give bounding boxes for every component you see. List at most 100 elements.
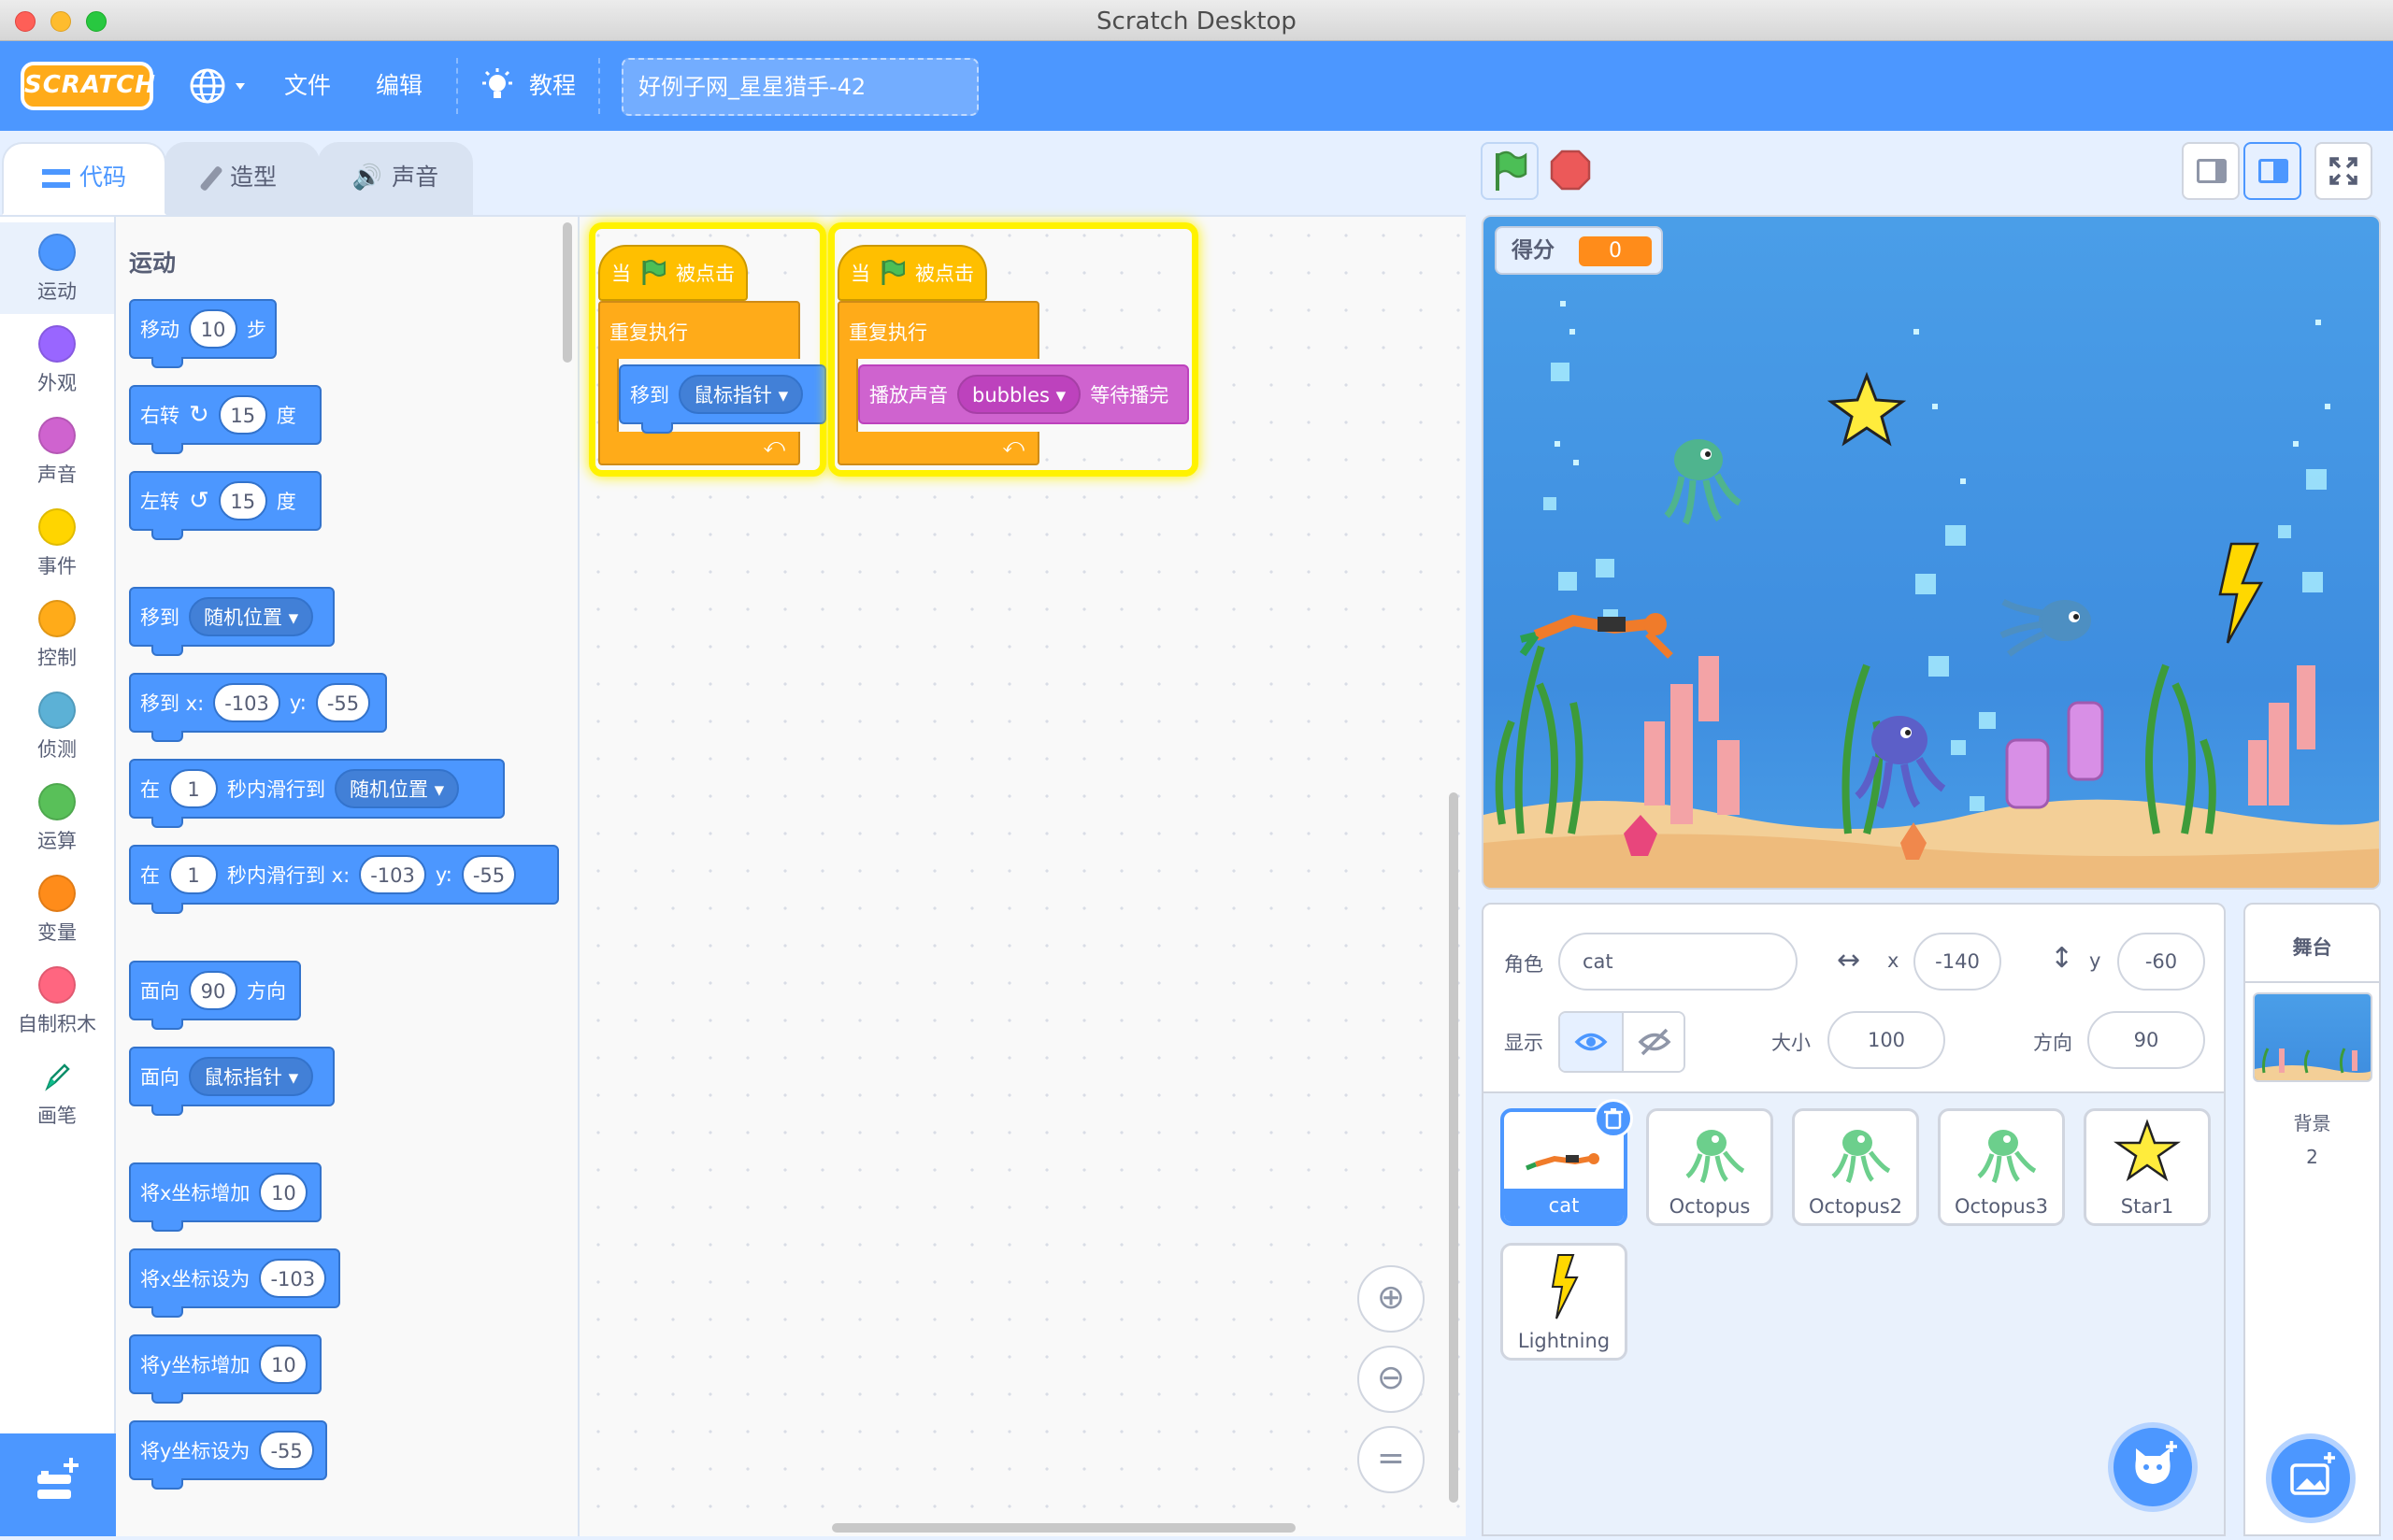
category-pen[interactable]: 画笔 [0,1047,114,1138]
choose-sprite-button[interactable] [2108,1422,2198,1512]
block-glide-to[interactable]: 在 1 秒内滑行到 随机位置 [129,759,505,828]
tab-code[interactable]: 代码 [2,142,166,215]
category-my-blocks[interactable]: 自制积木 [0,955,114,1047]
choose-backdrop-button[interactable] [2266,1433,2356,1523]
block-play-sound-until-done[interactable]: 播放声音 bubbles 等待播完 [858,364,1189,424]
zoom-out-button[interactable]: ⊖ [1357,1346,1425,1413]
goto-target-dropdown[interactable]: 随机位置 [189,597,314,636]
x-input[interactable]: -103 [359,855,426,894]
block-text: 面向 [140,980,179,1003]
stop-button[interactable] [1548,148,1593,192]
block-goto-xy[interactable]: 移到 x: -103 y: -55 [129,673,387,742]
category-operators[interactable]: 运算 [0,772,114,863]
window-titlebar: Scratch Desktop [0,0,2393,41]
category-looks[interactable]: 外观 [0,314,114,406]
stage-target-pane[interactable]: 舞台 背景 2 [2243,903,2381,1536]
when-flag-clicked-hat[interactable]: 当 被点击 [598,245,748,301]
block-change-y[interactable]: 将y坐标增加 10 [129,1334,322,1404]
pen-icon [40,1060,74,1093]
small-stage-button[interactable] [2182,142,2240,200]
zoom-reset-button[interactable]: = [1357,1426,1425,1493]
sprite-card-name: Octopus [1669,1195,1751,1218]
menu-bar: SCRATCH 文件 编辑 教程 好例子网_星星猎手-42 [0,41,2393,131]
block-set-x[interactable]: 将x坐标设为 -103 [129,1248,340,1318]
block-glide-xy[interactable]: 在 1 秒内滑行到 x: -103 y: -55 [129,845,559,914]
block-text: 在 [140,778,160,801]
y-input[interactable]: -55 [315,683,371,722]
degrees-input[interactable]: 15 [218,395,267,435]
y-input[interactable]: -55 [461,855,517,894]
fullscreen-button[interactable] [2314,142,2372,200]
tab-costumes[interactable]: 造型 [165,142,320,215]
block-point-direction[interactable]: 面向 90 方向 [129,961,301,1030]
degrees-input[interactable]: 15 [218,481,267,520]
category-variables[interactable]: 变量 [0,863,114,955]
category-control[interactable]: 控制 [0,589,114,680]
block-point-towards[interactable]: 面向 鼠标指针 [129,1047,335,1116]
block-goto-mouse[interactable]: 移到 鼠标指针 [619,364,826,434]
block-text: 被点击 [915,263,974,285]
change-x-input[interactable]: 10 [259,1173,308,1212]
block-turn-left[interactable]: 左转 ↺ 15 度 [129,471,322,540]
palette-scrollbar[interactable] [563,222,572,363]
brush-icon [199,164,223,192]
stage-canvas[interactable]: 得分 0 [1482,215,2381,890]
delete-sprite-button[interactable] [1594,1099,1633,1138]
backdrop-thumbnail [2253,992,2372,1082]
tab-sounds[interactable]: 🔊 声音 [318,142,473,215]
script-workspace[interactable]: 当 被点击 重复执行 ⤺ 移到鼠标指针 当 被点击 重复执行 ⤺ 播放声音 bub… [580,215,1466,1536]
large-stage-button[interactable] [2243,142,2301,200]
when-flag-clicked-hat[interactable]: 当 被点击 [838,245,987,301]
edit-menu[interactable]: 编辑 [376,65,423,107]
direction-input[interactable]: 90 [189,971,237,1010]
project-title-input[interactable]: 好例子网_星星猎手-42 [622,58,979,116]
sprite-card-octopus3[interactable]: Octopus3 [1938,1108,2065,1226]
category-events[interactable]: 事件 [0,497,114,589]
stage-header [1466,131,2393,215]
seconds-input[interactable]: 1 [169,855,218,894]
category-dot-icon [38,600,76,637]
workspace-horizontal-scrollbar[interactable] [832,1523,1296,1533]
block-text: 重复执行 [849,321,927,344]
sprite-card-lightning[interactable]: Lightning [1500,1243,1627,1361]
sprite-size-input[interactable]: 100 [1827,1011,1945,1069]
zoom-in-button[interactable]: ⊕ [1357,1265,1425,1333]
set-y-input[interactable]: -55 [259,1431,314,1470]
tutorials-menu[interactable]: 教程 [479,65,576,107]
block-text: 面向 [140,1066,179,1089]
seconds-input[interactable]: 1 [169,769,218,808]
goto-target-dropdown[interactable]: 鼠标指针 [679,375,804,414]
sprite-card-star1[interactable]: Star1 [2084,1108,2211,1226]
show-hidden-button[interactable] [1624,1013,1684,1071]
block-goto[interactable]: 移到 随机位置 [129,587,335,656]
block-change-x[interactable]: 将x坐标增加 10 [129,1162,322,1232]
x-input[interactable]: -103 [213,683,280,722]
sprite-direction-input[interactable]: 90 [2087,1011,2205,1069]
language-menu[interactable] [187,65,254,107]
sound-dropdown[interactable]: bubbles [957,375,1082,414]
sprite-y-input[interactable]: -60 [2117,933,2205,991]
steps-input[interactable]: 10 [189,309,237,349]
green-flag-button[interactable] [1481,142,1539,200]
change-y-input[interactable]: 10 [259,1345,308,1384]
add-extension-button[interactable] [0,1433,116,1536]
towards-target-dropdown[interactable]: 鼠标指针 [189,1057,314,1096]
category-motion[interactable]: 运动 [0,222,114,314]
glide-target-dropdown[interactable]: 随机位置 [335,769,460,808]
set-x-input[interactable]: -103 [259,1259,327,1298]
category-sound[interactable]: 声音 [0,406,114,497]
block-turn-right[interactable]: 右转 ↻ 15 度 [129,385,322,454]
sprite-x-input[interactable]: -140 [1913,933,2001,991]
show-visible-button[interactable] [1560,1013,1624,1071]
scratch-logo[interactable]: SCRATCH [21,62,155,110]
category-sensing[interactable]: 侦测 [0,680,114,772]
sprite-card-octopus[interactable]: Octopus [1646,1108,1773,1226]
sprite-card-octopus2[interactable]: Octopus2 [1792,1108,1919,1226]
green-flag-icon [1496,150,1527,191]
score-monitor[interactable]: 得分 0 [1495,226,1663,275]
workspace-vertical-scrollbar[interactable] [1449,792,1458,1503]
block-set-y[interactable]: 将y坐标设为 -55 [129,1420,327,1490]
block-move-steps[interactable]: 移动 10 步 [129,299,277,368]
sprite-name-input[interactable]: cat [1558,933,1798,991]
file-menu[interactable]: 文件 [284,65,331,107]
